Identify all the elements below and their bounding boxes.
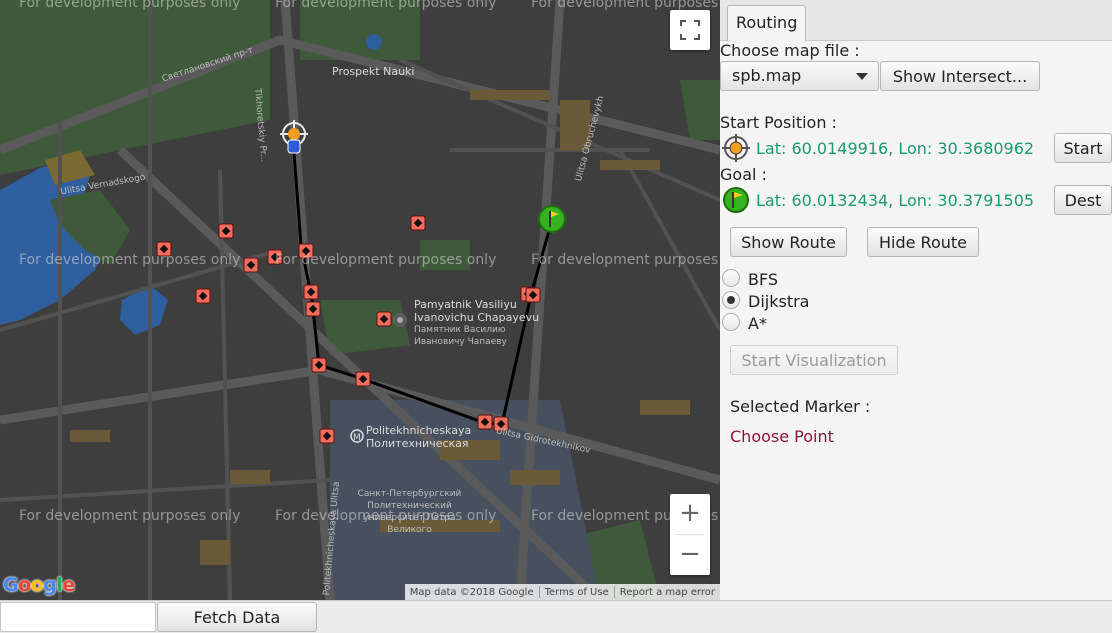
- fullscreen-button[interactable]: [670, 10, 710, 50]
- intersection-marker: [410, 215, 426, 231]
- goal-flag-icon: [723, 187, 749, 213]
- watermark: For development purposes only: [275, 252, 497, 268]
- intersection-marker: [376, 311, 392, 327]
- hide-route-button[interactable]: Hide Route: [867, 227, 979, 257]
- show-route-button[interactable]: Show Route: [730, 227, 847, 257]
- intersection-marker: [218, 223, 234, 239]
- radio-button-selected[interactable]: [722, 291, 740, 309]
- radio-button[interactable]: [722, 269, 740, 287]
- watermark: For development purposes only: [19, 252, 241, 268]
- choose-map-label: Choose map file :: [720, 41, 860, 60]
- fetch-data-button[interactable]: Fetch Data: [157, 602, 317, 632]
- intersection-marker: [311, 357, 327, 373]
- watermark: For development purposes only: [275, 508, 497, 524]
- goal-coordinates: Lat: 60.0132434, Lon: 30.3791505: [756, 191, 1035, 210]
- fetch-input[interactable]: [0, 602, 156, 632]
- radio-label: Dijkstra: [748, 292, 810, 311]
- intersection-marker: [303, 284, 319, 300]
- label-prospekt-nauki: Prospekt Nauki: [332, 65, 415, 78]
- routing-panel: Routing Choose map file : spb.map Show I…: [720, 0, 1112, 600]
- selected-marker-label: Selected Marker :: [730, 397, 871, 416]
- place-pin-icon: [393, 313, 407, 327]
- fullscreen-icon: [680, 20, 700, 40]
- show-intersections-button[interactable]: Show Intersect...: [880, 61, 1040, 91]
- zoom-in-button[interactable]: +: [670, 494, 710, 534]
- bottom-bar: Fetch Data: [0, 600, 1112, 633]
- start-coordinates: Lat: 60.0149916, Lon: 30.3680962: [756, 139, 1035, 158]
- label-metro-ru: Политехническая: [366, 437, 469, 450]
- map-attribution: Map data ©2018 Google Terms of Use Repor…: [404, 584, 720, 600]
- intersection-marker: [305, 301, 321, 317]
- intersection-marker: [355, 371, 371, 387]
- watermark: For development purposes only: [531, 252, 720, 268]
- map-view[interactable]: M Prospekt Nauki Светлановский пр-т Tikh…: [0, 0, 720, 600]
- goal-marker-icon: [538, 205, 566, 233]
- intersection-marker: [195, 288, 211, 304]
- tab-header: Routing: [720, 0, 1112, 41]
- google-logo: Google: [3, 574, 75, 596]
- intersection-marker: [477, 414, 493, 430]
- start-visualization-button[interactable]: Start Visualization: [730, 345, 898, 375]
- start-position-label: Start Position :: [720, 113, 837, 132]
- zoom-control: + −: [670, 494, 710, 575]
- map-file-select[interactable]: spb.map: [720, 61, 879, 91]
- watermark: For development purposes only: [275, 0, 497, 11]
- label-monument-en: Pamyatnik Vasiliyu Ivanovichu Chapayevu: [414, 298, 540, 324]
- label-metro-en: Politekhnicheskaya: [366, 424, 472, 437]
- choose-point-text: Choose Point: [730, 427, 834, 446]
- dest-button[interactable]: Dest: [1054, 185, 1112, 215]
- map-file-value: spb.map: [732, 66, 802, 85]
- tab-routing[interactable]: Routing: [727, 5, 807, 41]
- watermark: For development purposes only: [19, 508, 241, 524]
- report-map-error-link[interactable]: Report a map error: [615, 587, 720, 598]
- svg-text:M: M: [353, 433, 361, 443]
- radio-label: A*: [748, 314, 767, 333]
- zoom-out-button[interactable]: −: [670, 535, 710, 575]
- start-target-icon: [722, 134, 750, 162]
- intersection-marker: [243, 257, 259, 273]
- radio-label: BFS: [748, 270, 779, 289]
- watermark: For development purposes only: [19, 0, 241, 11]
- intersection-marker: [319, 428, 335, 444]
- chevron-down-icon: [856, 73, 868, 80]
- terms-of-use-link[interactable]: Terms of Use: [540, 587, 614, 598]
- goal-label: Goal :: [720, 165, 767, 184]
- map-data-text: Map data ©2018 Google: [409, 586, 534, 598]
- radio-button[interactable]: [722, 313, 740, 331]
- start-button[interactable]: Start: [1054, 133, 1112, 163]
- label-monument-ru: Памятник Василию Ивановичу Чапаеву: [414, 325, 507, 347]
